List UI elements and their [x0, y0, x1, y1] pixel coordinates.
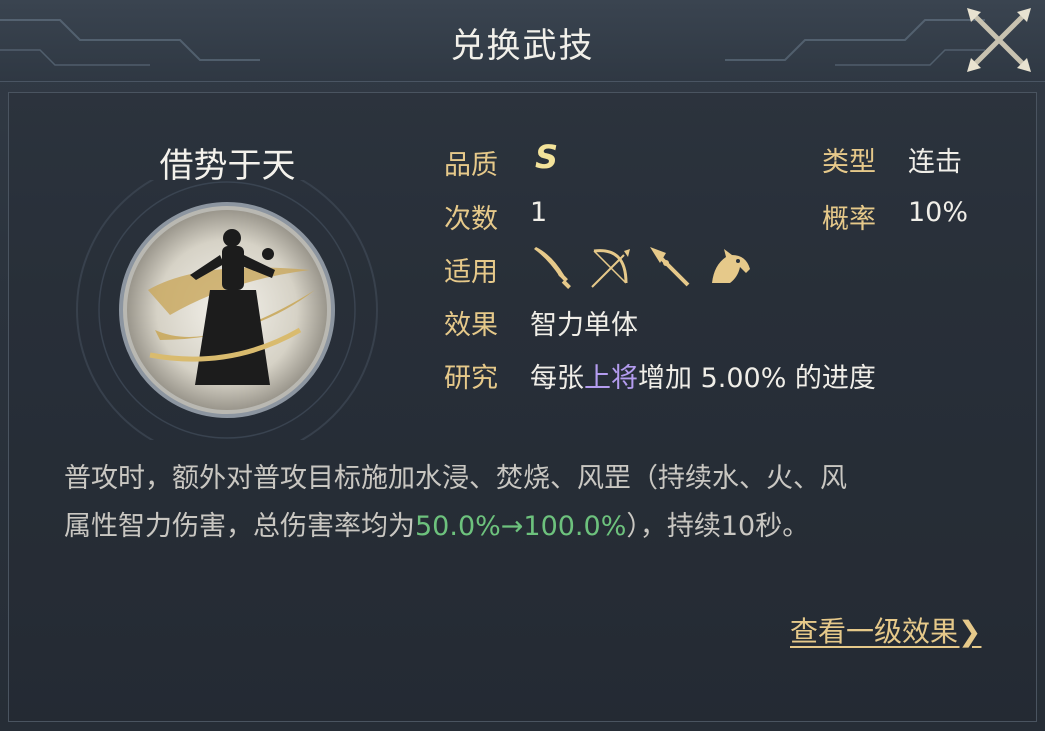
close-icon[interactable] [961, 2, 1037, 78]
rate-label: 概率 [822, 204, 876, 235]
panel-header: 兑换武技 [0, 0, 1045, 82]
damage-rate-highlight: 50.0%→100.0% [415, 511, 627, 542]
description-line-2-prefix: 属性智力伤害，总伤害率均为 [64, 511, 415, 542]
quality-grade: S [535, 138, 559, 176]
skill-medallion-icon [76, 180, 378, 440]
bow-icon [591, 249, 630, 288]
chevron-right-icon: ❯ [958, 615, 982, 648]
view-level-one-effect-link[interactable]: 查看一级效果❯ [790, 610, 981, 650]
description-line-2: 属性智力伤害，总伤害率均为50.0%→100.0%），持续10秒。 [64, 503, 974, 551]
count-value: 1 [530, 197, 548, 228]
research-prefix: 每张 [530, 363, 584, 394]
description-line-2-suffix: ），持续10秒。 [626, 511, 810, 542]
description-line-1: 普攻时，额外对普攻目标施加水浸、焚烧、风罡（持续水、火、风 [64, 463, 847, 494]
page-title: 兑换武技 [450, 26, 595, 66]
effect-label: 效果 [444, 310, 498, 341]
research-suffix: 增加 5.00% 的进度 [638, 363, 876, 394]
count-label: 次数 [444, 204, 498, 235]
research-value: 每张上将增加 5.00% 的进度 [530, 356, 876, 395]
type-label: 类型 [822, 147, 876, 178]
exchange-skill-panel: 兑换武技 借势于天 品质 S 类型 连击 次数 1 概率 10% 适用 效果 智… [0, 0, 1045, 731]
skill-description: 普攻时，额外对普攻目标施加水浸、焚烧、风罡（持续水、火、风 属性智力伤害，总伤害… [64, 455, 974, 551]
rate-value: 10% [908, 197, 969, 228]
horse-icon [712, 249, 750, 283]
research-highlight: 上将 [584, 363, 638, 394]
effect-value: 智力单体 [530, 310, 638, 341]
link-text: 查看一级效果 [790, 615, 959, 648]
sword-icon [534, 247, 571, 289]
research-label: 研究 [444, 363, 498, 394]
type-value: 连击 [908, 147, 962, 178]
applicable-label: 适用 [444, 257, 498, 288]
spear-icon [650, 247, 690, 287]
quality-label: 品质 [444, 150, 498, 181]
